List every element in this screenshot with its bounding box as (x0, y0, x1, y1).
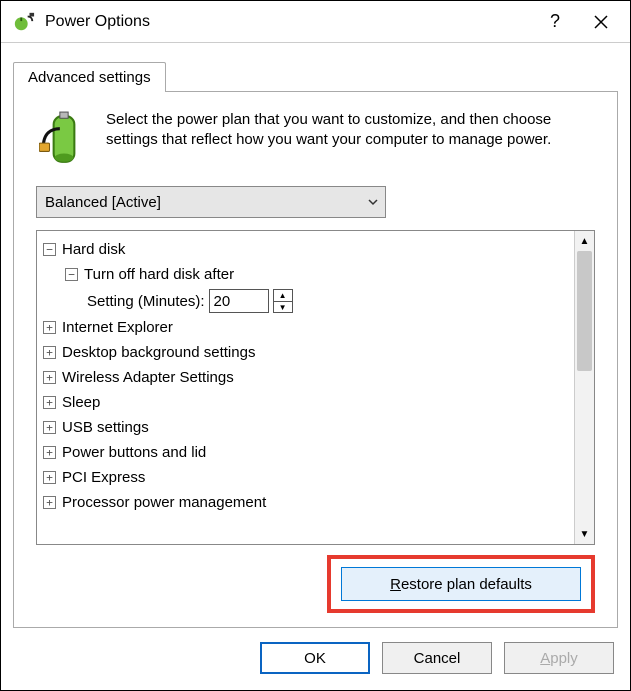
collapse-icon[interactable]: − (65, 268, 78, 281)
mnemonic: A (540, 650, 550, 667)
tree-node-wireless-adapter[interactable]: + Wireless Adapter Settings (43, 365, 568, 390)
spinner-down-icon[interactable]: ▼ (274, 302, 292, 313)
restore-plan-defaults-button[interactable]: Restore plan defaults (341, 567, 581, 601)
tree-label: Hard disk (62, 239, 125, 260)
highlight-annotation: Restore plan defaults (327, 555, 595, 613)
collapse-icon[interactable]: − (43, 243, 56, 256)
expand-icon[interactable]: + (43, 496, 56, 509)
scroll-up-icon[interactable]: ▲ (575, 231, 594, 251)
tree-node-pci-express[interactable]: + PCI Express (43, 465, 568, 490)
tree-node-desktop-background[interactable]: + Desktop background settings (43, 340, 568, 365)
mnemonic: R (390, 576, 401, 593)
setting-label: Setting (Minutes): (87, 291, 205, 312)
power-plan-select[interactable]: Balanced [Active] (36, 186, 386, 218)
intro-section: Select the power plan that you want to c… (36, 110, 595, 168)
tree-label: Sleep (62, 392, 100, 413)
titlebar: Power Options ? (1, 1, 630, 43)
help-button[interactable]: ? (532, 6, 578, 38)
power-options-dialog: Power Options ? Advanced settings (0, 0, 631, 691)
close-button[interactable] (578, 6, 624, 38)
tree-node-sleep[interactable]: + Sleep (43, 390, 568, 415)
expand-icon[interactable]: + (43, 446, 56, 459)
window-title: Power Options (45, 13, 532, 31)
tree-node-hard-disk[interactable]: − Hard disk (43, 237, 568, 262)
power-plan-selected-value: Balanced [Active] (45, 194, 161, 211)
tree-label: PCI Express (62, 467, 145, 488)
chevron-down-icon (367, 196, 379, 208)
scroll-track[interactable] (575, 251, 594, 524)
expand-icon[interactable]: + (43, 471, 56, 484)
scroll-thumb[interactable] (577, 251, 592, 371)
expand-icon[interactable]: + (43, 421, 56, 434)
battery-icon (36, 110, 92, 168)
tree-label: Desktop background settings (62, 342, 255, 363)
cancel-button[interactable]: Cancel (382, 642, 492, 674)
expand-icon[interactable]: + (43, 321, 56, 334)
tree-node-power-buttons-lid[interactable]: + Power buttons and lid (43, 440, 568, 465)
tree-label: Turn off hard disk after (84, 264, 234, 285)
scroll-down-icon[interactable]: ▼ (575, 524, 594, 544)
expand-icon[interactable]: + (43, 396, 56, 409)
tree-node-processor-power[interactable]: + Processor power management (43, 490, 568, 515)
tree-node-usb-settings[interactable]: + USB settings (43, 415, 568, 440)
spinner-up-icon[interactable]: ▲ (274, 290, 292, 302)
setting-turn-off-minutes: Setting (Minutes): ▲ ▼ (43, 287, 568, 315)
expand-icon[interactable]: + (43, 371, 56, 384)
tree-label: USB settings (62, 417, 149, 438)
power-plug-icon (11, 9, 37, 35)
settings-tree: − Hard disk − Turn off hard disk after S… (36, 230, 595, 545)
tree-node-internet-explorer[interactable]: + Internet Explorer (43, 315, 568, 340)
minutes-spinner[interactable]: ▲ ▼ (273, 289, 293, 313)
button-label-rest: pply (550, 650, 578, 667)
tab-advanced-settings[interactable]: Advanced settings (13, 62, 166, 92)
ok-button[interactable]: OK (260, 642, 370, 674)
dialog-button-row: OK Cancel Apply (1, 628, 630, 690)
apply-button[interactable]: Apply (504, 642, 614, 674)
tab-panel: Select the power plan that you want to c… (13, 91, 618, 628)
tree-label: Wireless Adapter Settings (62, 367, 234, 388)
expand-icon[interactable]: + (43, 346, 56, 359)
tree-label: Internet Explorer (62, 317, 173, 338)
scrollbar[interactable]: ▲ ▼ (574, 231, 594, 544)
tabstrip: Advanced settings (13, 61, 618, 91)
tree-label: Processor power management (62, 492, 266, 513)
minutes-input[interactable] (209, 289, 269, 313)
button-label-rest: estore plan defaults (401, 576, 532, 593)
intro-text: Select the power plan that you want to c… (106, 110, 595, 168)
tree-node-turn-off-hard-disk[interactable]: − Turn off hard disk after (43, 262, 568, 287)
tree-label: Power buttons and lid (62, 442, 206, 463)
